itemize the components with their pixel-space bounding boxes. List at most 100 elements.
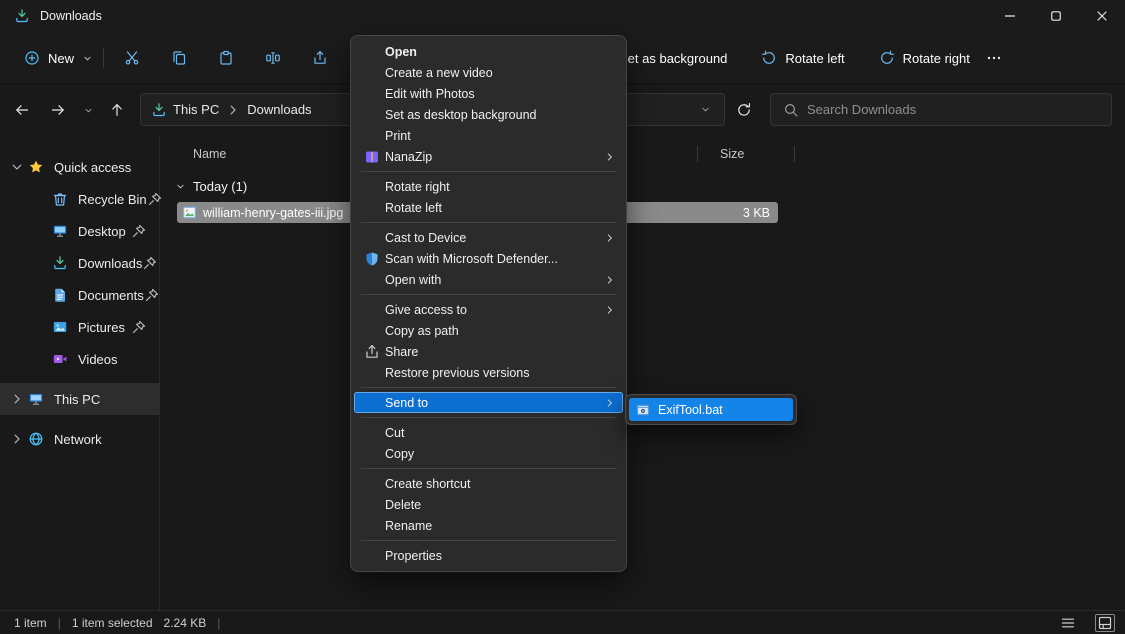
menu-item-label: Share bbox=[385, 345, 603, 359]
sidebar-item-label: Quick access bbox=[54, 160, 159, 175]
menu-item-share[interactable]: Share bbox=[354, 341, 623, 362]
menu-item-label: Print bbox=[385, 129, 603, 143]
search-input[interactable] bbox=[807, 102, 1099, 117]
menu-item-create-a-new-video[interactable]: Create a new video bbox=[354, 62, 623, 83]
videos-icon bbox=[52, 351, 68, 367]
menu-item-open[interactable]: Open bbox=[354, 41, 623, 62]
minimize-icon bbox=[1002, 8, 1018, 24]
details-view-icon bbox=[1060, 615, 1076, 631]
menu-item-rotate-right[interactable]: Rotate right bbox=[354, 176, 623, 197]
forward-button[interactable] bbox=[42, 95, 74, 125]
share-icon bbox=[312, 50, 328, 66]
breadcrumb-this-pc[interactable]: This PC bbox=[167, 97, 225, 123]
column-separator[interactable] bbox=[794, 146, 795, 162]
sidebar-item-desktop[interactable]: Desktop bbox=[0, 215, 159, 247]
menu-item-label: Cut bbox=[385, 426, 603, 440]
menu-item-label: Edit with Photos bbox=[385, 87, 603, 101]
sidebar-item-network[interactable]: Network bbox=[0, 423, 159, 455]
more-options-button[interactable] bbox=[976, 42, 1012, 74]
menu-item-label: Rotate right bbox=[385, 180, 603, 194]
menu-item-restore-previous-versions[interactable]: Restore previous versions bbox=[354, 362, 623, 383]
menu-item-set-as-desktop-background[interactable]: Set as desktop background bbox=[354, 104, 623, 125]
thumbnail-view-button[interactable] bbox=[1095, 614, 1115, 632]
sidebar-item-videos[interactable]: Videos bbox=[0, 343, 159, 375]
menu-item-nanazip[interactable]: NanaZip bbox=[354, 146, 623, 167]
menu-item-label: Open with bbox=[385, 273, 603, 287]
nanazip-icon bbox=[359, 149, 385, 165]
chevron-down-icon bbox=[175, 181, 186, 192]
rotate-right-button[interactable]: Rotate right bbox=[869, 42, 980, 74]
plus-circle-icon bbox=[24, 50, 40, 66]
details-view-button[interactable] bbox=[1058, 614, 1078, 632]
search-icon bbox=[783, 102, 799, 118]
menu-item-edit-with-photos[interactable]: Edit with Photos bbox=[354, 83, 623, 104]
sidebar-item-this-pc[interactable]: This PC bbox=[0, 383, 159, 415]
paste-button[interactable] bbox=[202, 42, 249, 74]
submenu-item-exiftool-bat[interactable]: ExifTool.bat bbox=[629, 398, 793, 421]
maximize-icon bbox=[1048, 8, 1064, 24]
menu-item-copy[interactable]: Copy bbox=[354, 443, 623, 464]
sidebar-item-quick-access[interactable]: Quick access bbox=[0, 151, 159, 183]
group-label: Today (1) bbox=[193, 179, 247, 194]
downloads-folder-icon bbox=[14, 8, 30, 24]
menu-item-label: Cast to Device bbox=[385, 231, 603, 245]
breadcrumb-downloads[interactable]: Downloads bbox=[241, 97, 317, 123]
minimize-button[interactable] bbox=[987, 0, 1033, 32]
menu-separator bbox=[361, 222, 616, 223]
cut-button[interactable] bbox=[108, 42, 155, 74]
more-options-icon bbox=[986, 50, 1002, 66]
desktop-icon bbox=[52, 223, 68, 239]
menu-item-create-shortcut[interactable]: Create shortcut bbox=[354, 473, 623, 494]
sidebar-item-pictures[interactable]: Pictures bbox=[0, 311, 159, 343]
menu-item-cast-to-device[interactable]: Cast to Device bbox=[354, 227, 623, 248]
close-button[interactable] bbox=[1079, 0, 1125, 32]
sidebar-item-downloads[interactable]: Downloads bbox=[0, 247, 159, 279]
back-button[interactable] bbox=[6, 95, 38, 125]
menu-separator bbox=[361, 294, 616, 295]
chevron-right-icon[interactable] bbox=[6, 391, 28, 407]
menu-item-properties[interactable]: Properties bbox=[354, 545, 623, 566]
titlebar: Downloads bbox=[0, 0, 1125, 32]
menu-item-give-access-to[interactable]: Give access to bbox=[354, 299, 623, 320]
sidebar-item-recycle-bin[interactable]: Recycle Bin bbox=[0, 183, 159, 215]
chevron-right-icon[interactable] bbox=[6, 431, 28, 447]
toolbar-button-label: Set as background bbox=[619, 51, 727, 66]
star-icon bbox=[28, 159, 44, 175]
menu-item-copy-as-path[interactable]: Copy as path bbox=[354, 320, 623, 341]
menu-item-open-with[interactable]: Open with bbox=[354, 269, 623, 290]
menu-item-cut[interactable]: Cut bbox=[354, 422, 623, 443]
maximize-button[interactable] bbox=[1033, 0, 1079, 32]
rotate-left-icon bbox=[761, 50, 777, 66]
search-box[interactable] bbox=[770, 93, 1112, 126]
copy-button[interactable] bbox=[155, 42, 202, 74]
group-header-today[interactable]: Today (1) bbox=[175, 177, 247, 195]
network-icon bbox=[28, 431, 44, 447]
file-size: 3 KB bbox=[743, 206, 770, 220]
recent-locations-button[interactable] bbox=[76, 95, 100, 125]
pin-icon bbox=[131, 319, 147, 335]
rename-button[interactable] bbox=[249, 42, 296, 74]
window-controls bbox=[987, 0, 1125, 32]
sidebar-item-documents[interactable]: Documents bbox=[0, 279, 159, 311]
set-as-background-button[interactable]: Set as background bbox=[619, 42, 737, 74]
up-button[interactable] bbox=[102, 95, 132, 125]
share-button[interactable] bbox=[296, 42, 343, 74]
menu-item-send-to[interactable]: Send to bbox=[354, 392, 623, 413]
new-button[interactable]: New bbox=[14, 42, 103, 74]
chevron-right-icon bbox=[225, 102, 241, 118]
menu-item-print[interactable]: Print bbox=[354, 125, 623, 146]
refresh-button[interactable] bbox=[728, 93, 760, 126]
menu-item-label: Send to bbox=[385, 396, 603, 410]
address-dropdown-button[interactable] bbox=[692, 97, 718, 123]
menu-item-delete[interactable]: Delete bbox=[354, 494, 623, 515]
chevron-down-icon[interactable] bbox=[6, 159, 28, 175]
back-arrow-icon bbox=[14, 102, 30, 118]
rotate-left-button[interactable]: Rotate left bbox=[751, 42, 854, 74]
menu-item-scan-with-microsoft-defender[interactable]: Scan with Microsoft Defender... bbox=[354, 248, 623, 269]
toolbar-button-label: Rotate right bbox=[903, 51, 970, 66]
menu-item-rotate-left[interactable]: Rotate left bbox=[354, 197, 623, 218]
menu-item-rename[interactable]: Rename bbox=[354, 515, 623, 536]
column-header-size[interactable]: Size bbox=[698, 143, 794, 165]
menu-item-label: Set as desktop background bbox=[385, 108, 603, 122]
menu-item-label: Open bbox=[385, 45, 603, 59]
